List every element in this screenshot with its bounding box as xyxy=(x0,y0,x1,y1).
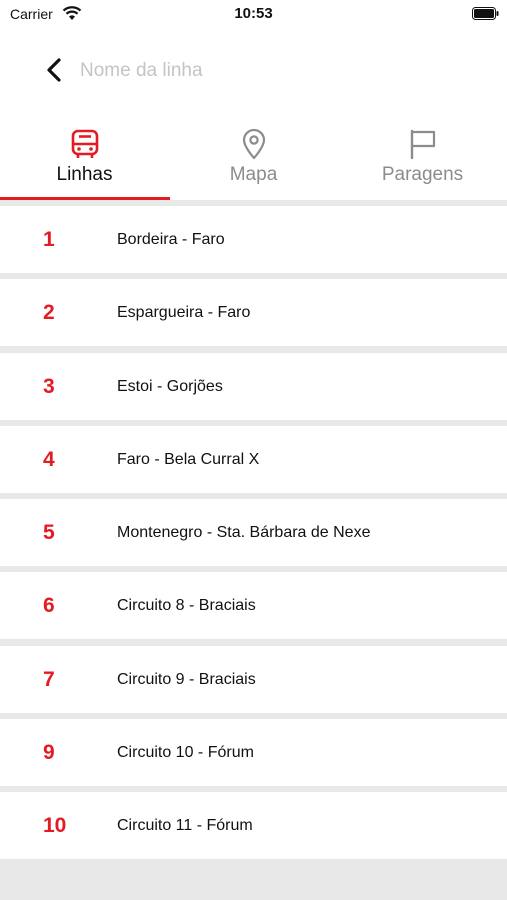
bus-icon xyxy=(71,129,98,158)
line-number: 2 xyxy=(43,301,55,325)
line-name: Circuito 8 - Braciais xyxy=(117,597,256,615)
tab-linhas[interactable]: Linhas xyxy=(0,122,169,200)
line-name: Bordeira - Faro xyxy=(117,231,225,248)
line-number: 7 xyxy=(43,667,55,691)
list-item[interactable]: 1 Bordeira - Faro xyxy=(0,206,507,273)
line-number: 1 xyxy=(43,228,55,251)
list-item[interactable]: 7 Circuito 9 - Braciais xyxy=(0,645,507,713)
line-name: Circuito 9 - Braciais xyxy=(117,670,256,688)
line-name: Faro - Bela Curral X xyxy=(117,450,260,468)
battery-icon xyxy=(472,7,499,20)
line-number: 5 xyxy=(43,521,55,545)
line-number: 10 xyxy=(43,814,67,838)
tab-bar: Linhas Mapa Paragens xyxy=(0,122,507,202)
tab-paragens[interactable]: Paragens xyxy=(338,122,507,200)
tab-mapa[interactable]: Mapa xyxy=(169,122,338,200)
tab-paragens-label: Paragens xyxy=(381,164,464,185)
list-item[interactable]: 3 Estoi - Gorjões xyxy=(0,352,507,420)
list-item[interactable]: 6 Circuito 8 - Braciais xyxy=(0,572,507,640)
line-number: 3 xyxy=(43,374,55,398)
list-item[interactable]: 5 Montenegro - Sta. Bárbara de Nexe xyxy=(0,499,507,567)
status-bar: Carrier 10:53 xyxy=(0,0,507,30)
bus-lines-list: 1 Bordeira - Faro 2 Espargueira - Faro 3… xyxy=(0,206,507,866)
line-number: 9 xyxy=(43,741,55,765)
back-chevron-icon[interactable] xyxy=(40,56,68,84)
list-item[interactable]: 4 Faro - Bela Curral X xyxy=(0,425,507,493)
list-item[interactable]: 2 Espargueira - Faro xyxy=(0,279,507,347)
line-name: Circuito 11 - Fórum xyxy=(117,817,253,835)
flag-icon xyxy=(410,129,435,160)
list-item[interactable]: 9 Circuito 10 - Fórum xyxy=(0,719,507,787)
map-pin-icon xyxy=(242,128,265,160)
line-number: 4 xyxy=(43,447,55,471)
line-number: 6 xyxy=(43,594,55,618)
tab-linhas-label: Linhas xyxy=(56,164,113,185)
active-tab-indicator xyxy=(0,197,170,200)
line-name: Montenegro - Sta. Bárbara de Nexe xyxy=(117,524,371,542)
line-name: Circuito 10 - Fórum xyxy=(117,744,254,762)
line-name-search-input[interactable] xyxy=(80,58,380,84)
line-name: Estoi - Gorjões xyxy=(117,377,223,395)
clock: 10:53 xyxy=(234,5,273,22)
line-name: Espargueira - Faro xyxy=(117,304,251,322)
list-item[interactable]: 10 Circuito 11 - Fórum xyxy=(0,792,507,860)
tab-mapa-label: Mapa xyxy=(229,164,278,185)
